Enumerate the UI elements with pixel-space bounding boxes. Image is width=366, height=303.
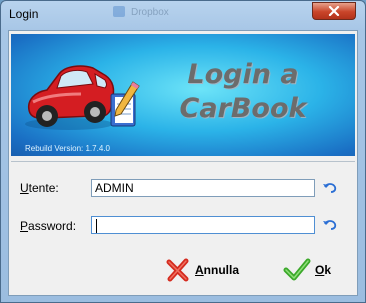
- password-label-rest: assword:: [28, 219, 77, 233]
- green-check-icon: [283, 258, 311, 281]
- ok-button[interactable]: Ok: [283, 255, 331, 285]
- car-icon: [25, 65, 140, 130]
- banner-title-line1: Login a: [187, 59, 299, 90]
- cancel-button-label: Annulla: [195, 263, 239, 277]
- username-label: Utente:: [20, 181, 59, 195]
- text-caret: [96, 219, 97, 233]
- username-label-rest: tente:: [28, 181, 59, 195]
- close-icon: [328, 6, 340, 16]
- red-x-icon: [166, 258, 189, 282]
- banner-title-line2: CarBook: [179, 93, 307, 124]
- divider: [11, 161, 355, 162]
- ok-label-accel: O: [315, 263, 325, 277]
- title-bar[interactable]: Login Dropbox: [1, 1, 365, 29]
- background-window-label: Dropbox: [131, 7, 169, 18]
- background-window-ghost: Dropbox: [113, 6, 203, 22]
- undo-arrow-icon[interactable]: [322, 218, 338, 232]
- ok-label-rest: k: [324, 263, 332, 277]
- cancel-label-rest: nnulla: [203, 263, 240, 277]
- banner: Login a CarBook Rebuild Version: 1.7.4.0: [11, 34, 355, 156]
- cancel-button[interactable]: Annulla: [165, 255, 239, 285]
- version-label: Rebuild Version: 1.7.4.0: [25, 144, 110, 153]
- dropbox-icon: [113, 6, 125, 17]
- password-label: Password:: [20, 219, 76, 233]
- password-field[interactable]: [91, 216, 315, 234]
- dialog-body: Login a CarBook Rebuild Version: 1.7.4.0…: [8, 30, 358, 296]
- ok-button-label: Ok: [315, 263, 331, 277]
- login-window: Login Dropbox Login a CarBook Rebuild Ve…: [0, 0, 366, 303]
- password-label-accel: P: [20, 219, 29, 233]
- undo-arrow-icon[interactable]: [322, 181, 338, 195]
- window-title: Login: [9, 7, 39, 21]
- banner-title: Login a CarBook: [143, 58, 343, 126]
- username-field[interactable]: [91, 179, 315, 197]
- close-button[interactable]: [312, 2, 356, 20]
- username-label-accel: U: [20, 181, 29, 195]
- cancel-label-accel: A: [195, 263, 204, 277]
